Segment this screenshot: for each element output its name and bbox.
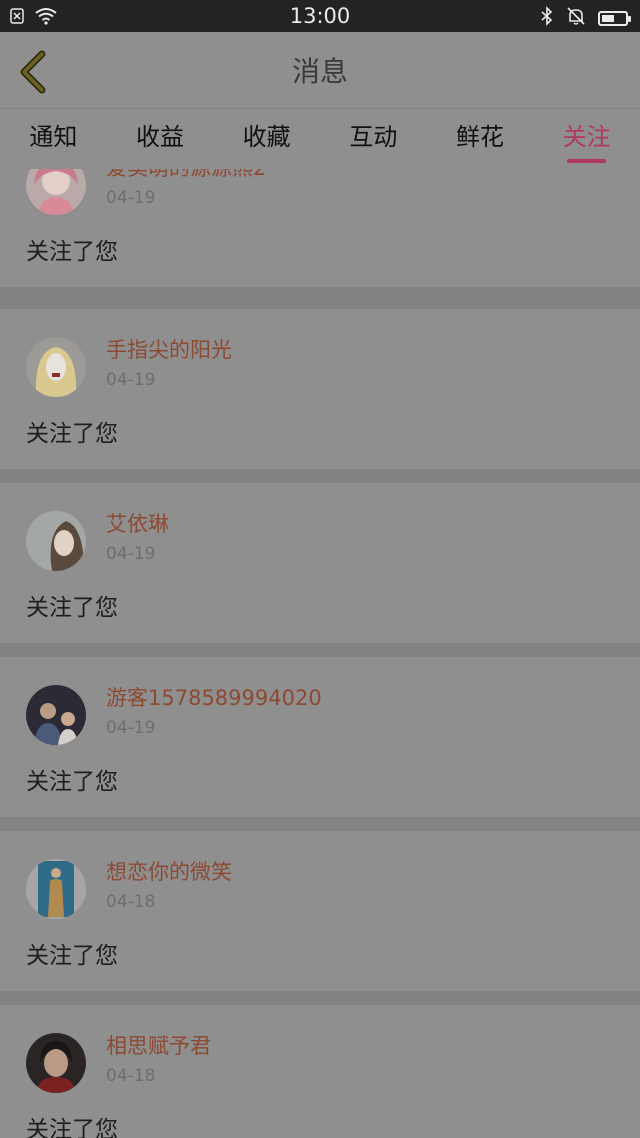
list-item[interactable]: 想恋你的微笑 04-18 关注了您 [0,831,640,991]
list-item[interactable]: 手指尖的阳光 04-19 关注了您 [0,309,640,469]
notification-date: 04-18 [106,1066,156,1086]
page-title: 消息 [291,55,348,88]
notification-date: 04-18 [106,892,156,912]
follower-name[interactable]: 想恋你的微笑 [106,859,232,885]
notification-message: 关注了您 [26,943,118,969]
avatar[interactable] [26,685,86,745]
status-right-icons [540,6,631,30]
follower-name[interactable]: 艾依琳 [106,511,169,537]
avatar[interactable] [26,337,86,397]
follower-name[interactable]: 手指尖的阳光 [106,337,232,363]
tab-earnings[interactable]: 收益 [107,109,214,153]
tab-interactions[interactable]: 互动 [320,109,427,153]
tab-flowers[interactable]: 鲜花 [427,109,534,153]
status-bar: 13:00 [0,0,640,32]
notification-date: 04-19 [106,370,156,390]
notification-message: 关注了您 [26,239,118,265]
tab-notice[interactable]: 通知 [0,109,107,153]
avatar[interactable] [26,169,86,215]
notification-date: 04-19 [106,718,156,738]
follower-name[interactable]: 爱卖萌的源源熊2 [106,169,266,181]
tab-favorites[interactable]: 收藏 [213,109,320,153]
follower-name[interactable]: 相思赋予君 [106,1033,211,1059]
avatar[interactable] [26,1033,86,1093]
battery-icon [598,10,631,26]
mute-icon [566,6,586,30]
notification-message: 关注了您 [26,595,118,621]
bluetooth-icon [540,6,554,30]
notification-date: 04-19 [106,188,156,208]
tab-following[interactable]: 关注 [533,109,640,163]
notification-message: 关注了您 [26,769,118,795]
list-item[interactable]: 相思赋予君 04-18 关注了您 [0,1005,640,1138]
tab-bar: 通知 收益 收藏 互动 鲜花 关注 [0,109,640,169]
notification-message: 关注了您 [26,421,118,447]
avatar[interactable] [26,859,86,919]
follower-name[interactable]: 游客1578589994020 [106,685,322,711]
avatar[interactable] [26,511,86,571]
notification-date: 04-19 [106,544,156,564]
list-item[interactable]: 艾依琳 04-19 关注了您 [0,483,640,643]
app-header: 消息 [0,32,640,109]
list-item[interactable]: 游客1578589994020 04-19 关注了您 [0,657,640,817]
notification-message: 关注了您 [26,1117,118,1138]
list-item[interactable]: 爱卖萌的源源熊2 04-19 关注了您 [0,169,640,287]
notification-list: 爱卖萌的源源熊2 04-19 关注了您 手指尖的阳光 04-19 关注了您 艾依… [0,169,640,1138]
